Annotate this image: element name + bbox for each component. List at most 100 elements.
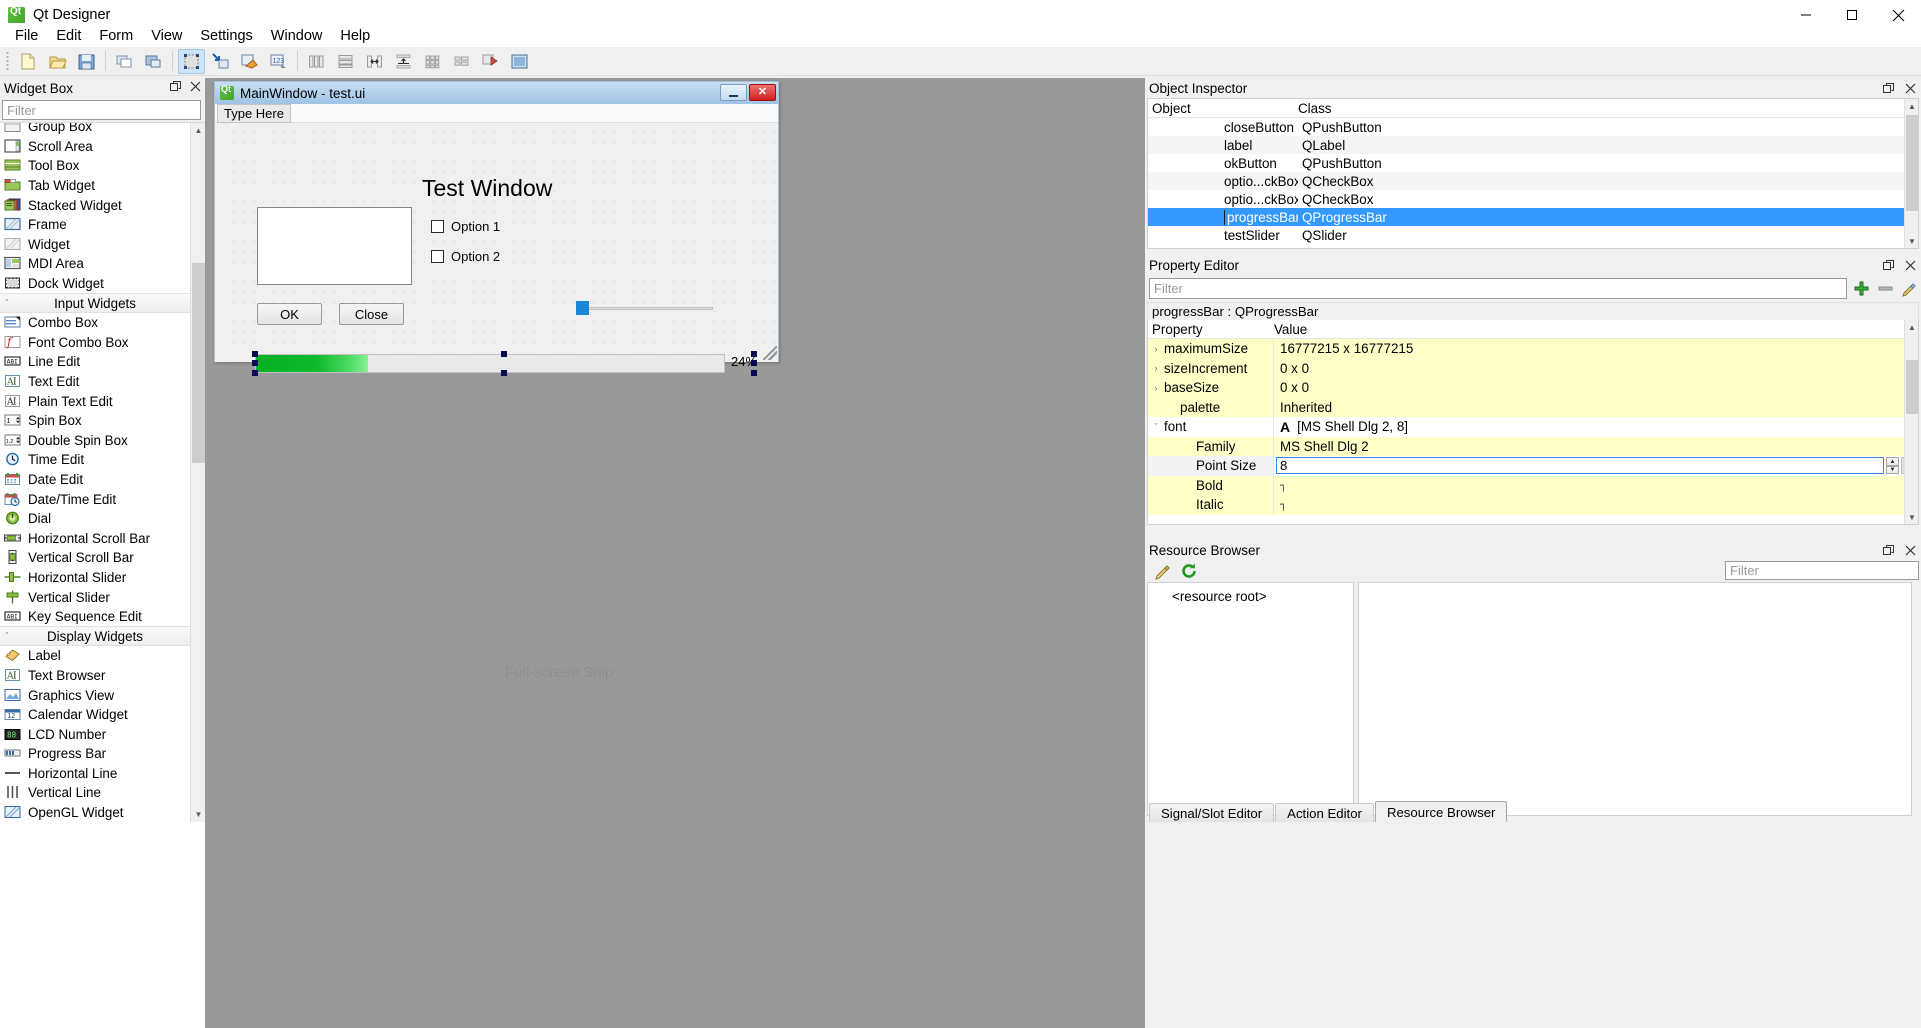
widget-box-item-vertical-line[interactable]: Vertical Line bbox=[0, 783, 190, 803]
menu-form[interactable]: Form bbox=[90, 25, 142, 47]
selection-handle[interactable] bbox=[252, 351, 258, 357]
layout-in-splitter-vertical-icon[interactable] bbox=[390, 49, 417, 74]
widget-box-item-mdi-area[interactable]: MDI Area bbox=[0, 254, 190, 274]
widget-box-item-horizontal-slider[interactable]: Horizontal Slider bbox=[0, 568, 190, 588]
reload-resources-icon[interactable] bbox=[1179, 561, 1199, 581]
widget-box-item-key-sequence-edit[interactable]: ABI Key Sequence Edit bbox=[0, 607, 190, 627]
edit-widgets-icon[interactable] bbox=[178, 48, 205, 74]
property-editor-row[interactable]: › maximumSize 16777215 x 16777215 bbox=[1148, 339, 1918, 359]
tab-resource-browser[interactable]: Resource Browser bbox=[1374, 801, 1508, 822]
object-inspector-row[interactable]: testSlider QSlider bbox=[1148, 226, 1918, 244]
form-menu-type-here[interactable]: Type Here bbox=[217, 103, 291, 123]
form-minimize-button[interactable] bbox=[720, 84, 747, 101]
widget-box-item-scroll-area[interactable]: Scroll Area bbox=[0, 137, 190, 157]
new-form-icon[interactable] bbox=[15, 49, 42, 74]
widget-box-item-date-edit[interactable]: Date Edit bbox=[0, 470, 190, 490]
widget-box-item-line-edit[interactable]: ABI Line Edit bbox=[0, 352, 190, 372]
selection-handle[interactable] bbox=[501, 370, 507, 376]
form-checkbox-option1[interactable]: Option 1 bbox=[431, 219, 500, 234]
widget-box-item-opengl-widget[interactable]: OpenGL Widget bbox=[0, 803, 190, 822]
chevron-right-icon[interactable]: › bbox=[1148, 383, 1164, 393]
widget-box-category-input-widgets[interactable]: ˇ Input Widgets bbox=[0, 293, 190, 313]
layout-in-splitter-horizontal-icon[interactable] bbox=[361, 49, 388, 74]
menu-window[interactable]: Window bbox=[262, 25, 332, 47]
property-editor-row[interactable]: Bold ┐ bbox=[1148, 475, 1918, 495]
selection-handle[interactable] bbox=[751, 360, 757, 366]
form-checkbox-option2[interactable]: Option 2 bbox=[431, 249, 500, 264]
adjust-size-icon[interactable] bbox=[506, 49, 533, 74]
layout-in-form-icon[interactable] bbox=[448, 49, 475, 74]
property-editor-row[interactable]: › sizeIncrement 0 x 0 bbox=[1148, 358, 1918, 378]
widget-box-item-vertical-scroll-bar[interactable]: Vertical Scroll Bar bbox=[0, 548, 190, 568]
property-editor-scroll-thumb[interactable] bbox=[1906, 360, 1918, 414]
float-dock-icon[interactable] bbox=[1881, 258, 1895, 272]
menu-file[interactable]: File bbox=[6, 25, 47, 47]
point-size-input[interactable]: 8 bbox=[1276, 457, 1884, 475]
form-resize-grip[interactable] bbox=[763, 346, 777, 360]
float-dock-icon[interactable] bbox=[1881, 81, 1895, 95]
widget-box-item-text-edit[interactable]: A I Text Edit bbox=[0, 372, 190, 392]
property-editor-row[interactable]: Family MS Shell Dlg 2 bbox=[1148, 436, 1918, 456]
form-canvas-area[interactable]: MainWindow - test.ui ✕ Type Here Test Wi… bbox=[205, 78, 1145, 822]
scroll-down-icon[interactable]: ▼ bbox=[1905, 234, 1918, 248]
widget-box-item-calendar-widget[interactable]: 12 Calendar Widget bbox=[0, 705, 190, 725]
property-editor-row[interactable]: Italic ┐ bbox=[1148, 495, 1918, 515]
widget-box-item-stacked-widget[interactable]: Stacked Widget bbox=[0, 195, 190, 215]
form-ok-button[interactable]: OK bbox=[257, 303, 322, 325]
widget-box-item-widget[interactable]: Widget bbox=[0, 235, 190, 255]
widget-box-item-lcd-number[interactable]: 88 LCD Number bbox=[0, 724, 190, 744]
object-inspector-row[interactable]: label QLabel bbox=[1148, 136, 1918, 154]
selection-handle[interactable] bbox=[501, 351, 507, 357]
widget-box-item-dock-widget[interactable]: Dock Widget bbox=[0, 274, 190, 294]
widget-box-item-time-edit[interactable]: Time Edit bbox=[0, 450, 190, 470]
object-inspector-row[interactable]: optio...ckBox QCheckBox bbox=[1148, 190, 1918, 208]
point-size-stepper[interactable]: ▲ ▼ bbox=[1886, 457, 1899, 475]
widget-box-item-group-box[interactable]: Group Box bbox=[0, 123, 190, 137]
object-inspector-row[interactable]: optio...ckBox QCheckBox bbox=[1148, 172, 1918, 190]
break-layout-icon[interactable] bbox=[477, 49, 504, 74]
edit-signals-slots-icon[interactable] bbox=[207, 49, 234, 74]
widget-box-item-tool-box[interactable]: Tool Box bbox=[0, 156, 190, 176]
form-design-surface[interactable]: Test Window Option 1 Option 2 OK Close 2… bbox=[215, 123, 778, 376]
edit-buddies-icon[interactable] bbox=[236, 49, 263, 74]
widget-box-item-tab-widget[interactable]: Tab Widget bbox=[0, 176, 190, 196]
layout-vertically-icon[interactable] bbox=[332, 49, 359, 74]
chevron-right-icon[interactable]: › bbox=[1148, 363, 1164, 373]
widget-box-item-text-browser[interactable]: A I Text Browser bbox=[0, 666, 190, 686]
form-text-edit[interactable] bbox=[257, 207, 412, 285]
property-checkbox[interactable]: ┐ bbox=[1280, 479, 1287, 492]
property-editor-row[interactable]: Point Size 8 ▲ ▼ bbox=[1148, 456, 1918, 476]
resource-browser-filter-input[interactable]: Filter bbox=[1725, 561, 1919, 580]
object-inspector-row[interactable]: progressBar QProgressBar bbox=[1148, 208, 1918, 226]
selection-handle[interactable] bbox=[751, 370, 757, 376]
form-title-bar[interactable]: MainWindow - test.ui ✕ bbox=[215, 82, 778, 104]
property-checkbox[interactable]: ┐ bbox=[1280, 498, 1287, 511]
object-inspector-row[interactable]: okButton QPushButton bbox=[1148, 154, 1918, 172]
property-editor-row[interactable]: ˇ font A [MS Shell Dlg 2, 8] bbox=[1148, 417, 1918, 437]
edit-tab-order-icon[interactable]: 123 bbox=[265, 49, 292, 74]
widget-box-item-horizontal-line[interactable]: Horizontal Line bbox=[0, 764, 190, 784]
scroll-up-icon[interactable]: ▲ bbox=[1905, 99, 1918, 113]
widget-box-filter-input[interactable]: Filter bbox=[2, 100, 201, 120]
open-form-icon[interactable] bbox=[44, 49, 71, 74]
resource-preview-pane[interactable] bbox=[1358, 582, 1912, 816]
redo-icon[interactable] bbox=[140, 49, 167, 74]
toolbar-grip[interactable] bbox=[4, 50, 11, 72]
menu-view[interactable]: View bbox=[142, 25, 191, 47]
selection-handle[interactable] bbox=[252, 360, 258, 366]
object-inspector-scrollbar[interactable]: ▲ ▼ bbox=[1904, 99, 1918, 248]
property-editor-row[interactable]: palette Inherited bbox=[1148, 397, 1918, 417]
save-form-icon[interactable] bbox=[73, 49, 100, 74]
widget-box-category-display-widgets[interactable]: ˇ Display Widgets bbox=[0, 626, 190, 647]
property-editor-table[interactable]: Property Value › maximumSize 16777215 x 16… bbox=[1147, 320, 1919, 525]
configure-property-editor-icon[interactable] bbox=[1899, 279, 1919, 299]
widget-box-item-combo-box[interactable]: Combo Box bbox=[0, 313, 190, 333]
scroll-up-icon[interactable]: ▲ bbox=[191, 123, 205, 138]
scroll-up-icon[interactable]: ▲ bbox=[1905, 320, 1918, 334]
stepper-up-icon[interactable]: ▲ bbox=[1886, 457, 1899, 466]
widget-box-item-vertical-slider[interactable]: Vertical Slider bbox=[0, 587, 190, 607]
scroll-down-icon[interactable]: ▼ bbox=[1905, 510, 1918, 524]
add-dynamic-property-icon[interactable] bbox=[1851, 279, 1871, 299]
menu-settings[interactable]: Settings bbox=[191, 25, 261, 47]
close-dock-icon[interactable] bbox=[188, 79, 202, 93]
